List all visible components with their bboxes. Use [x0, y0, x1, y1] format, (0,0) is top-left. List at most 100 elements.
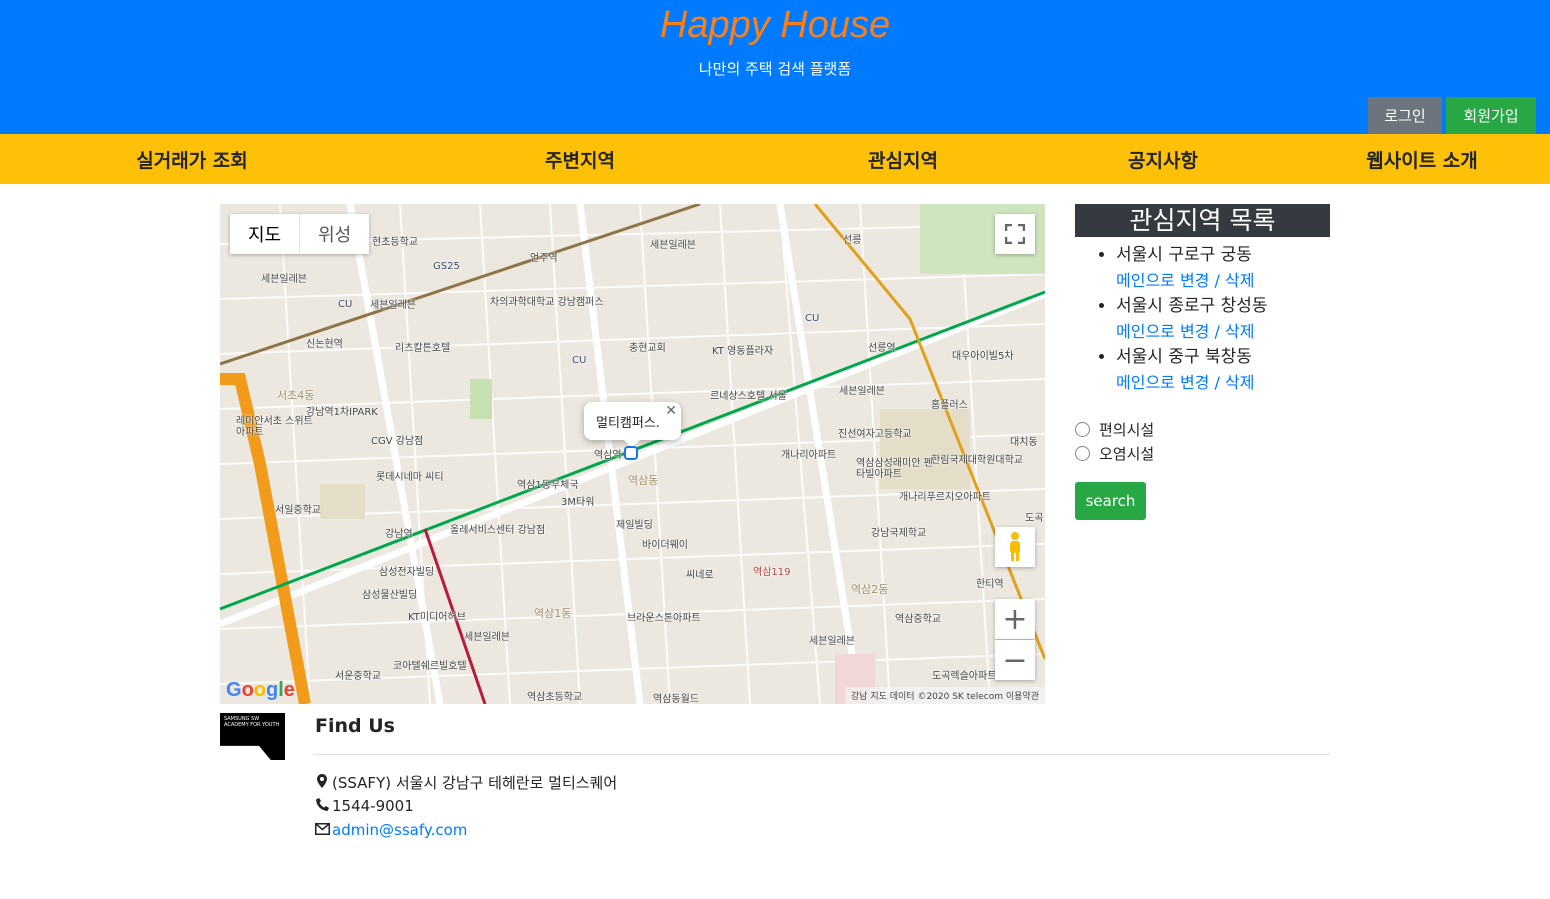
map-label: 역삼1동 [534, 607, 572, 620]
map-label: 바이더웨이 [642, 540, 688, 551]
map-label: 역삼1동우체국 [517, 480, 579, 491]
zoom-out-button[interactable]: − [995, 640, 1035, 680]
info-window-text: 멀티캠퍼스. [596, 415, 660, 431]
nav-item-about[interactable]: 웹사이트 소개 [1322, 134, 1522, 184]
pegman-icon [1010, 532, 1020, 561]
map-label: 역삼역 [594, 450, 622, 461]
map-type-satellite[interactable]: 위성 [299, 214, 369, 254]
subway-station-icon [624, 446, 638, 460]
header: Happy House 나만의 주택 검색 플랫폼 로그인 회원가입 [0, 0, 1550, 134]
map-label: 세븐일레븐 [464, 632, 510, 643]
phone-text: 1544-9001 [332, 797, 414, 815]
search-button[interactable]: search [1075, 482, 1146, 520]
find-us-title: Find Us [315, 715, 395, 737]
radio-label: 오염시설 [1099, 444, 1155, 463]
map-label: 개나리푸르지오아파트 [899, 492, 991, 503]
map-label: 충현교회 [629, 343, 666, 354]
map-label: KT 영동플라자 [712, 346, 774, 357]
map-info-window[interactable]: 멀티캠퍼스. ✕ [584, 402, 681, 448]
map-label: 세븐일레븐 [370, 300, 416, 311]
contact-email: admin@ssafy.com [315, 821, 467, 839]
map-label: 한림국제대학원대학교 [931, 455, 1023, 466]
map-label: 역삼동월드 [653, 694, 699, 704]
facility-filter: 편의시설 오염시설 [1075, 417, 1330, 465]
map-label: 브라운스톤아파트 [627, 613, 701, 624]
map-label: 강남역1차IPARK [306, 407, 378, 418]
map-label: 삼성물산빌딩 [362, 590, 418, 601]
map-label: 레미안서초 스위트아파트 [236, 416, 313, 438]
map-label: 한티역 [976, 579, 1004, 590]
map-label: 도곡 [1025, 513, 1044, 524]
map-label: CU [338, 299, 353, 310]
envelope-icon [315, 821, 330, 839]
fullscreen-icon [1005, 224, 1025, 244]
radio-button[interactable] [1075, 445, 1090, 461]
map-type-toggle: 지도 위성 [230, 214, 370, 254]
map-label: 강남역 [385, 529, 413, 540]
map-label: CGV 강남점 [371, 436, 424, 447]
email-link[interactable]: admin@ssafy.com [332, 821, 467, 839]
site-title[interactable]: Happy House [0, 4, 1550, 47]
map-label: 언주역 [530, 253, 558, 264]
radio-button[interactable] [1075, 421, 1090, 437]
map-label: 도곡렉슬아파트 [932, 671, 997, 682]
close-icon[interactable]: ✕ [665, 403, 677, 419]
map-label: 역삼삼성래미안 펜타빌아파트 [856, 458, 933, 480]
map-label: 대치동 [1010, 437, 1038, 448]
map-label: 신논현역 [306, 339, 343, 350]
region-list: 서울시 구로구 궁동 메인으로 변경 / 삭제 서울시 종로구 창성동 메인으로… [1075, 242, 1330, 395]
phone-icon [315, 797, 329, 815]
map-label: 세븐일레븐 [650, 240, 696, 251]
map-label: 올레서비스센터 강남점 [450, 525, 546, 536]
main-nav: 실거래가 조회 주변지역 관심지역 공지사항 웹사이트 소개 [0, 134, 1550, 184]
map-marker-icon [315, 773, 329, 792]
plus-icon: + [1002, 601, 1028, 637]
login-button[interactable]: 로그인 [1368, 97, 1442, 134]
map[interactable]: 언주역 세븐일레븐 GS25 현초등학교 세븐일레븐 차의과학대학교 강남캠퍼스… [220, 204, 1045, 704]
map-label: 르네상스호텔 서울 [710, 391, 787, 402]
region-actions-link[interactable]: 메인으로 변경 / 삭제 [1116, 319, 1330, 344]
fullscreen-button[interactable] [995, 214, 1035, 254]
map-label: 역삼2동 [851, 583, 889, 596]
nav-item-interest[interactable]: 관심지역 [803, 134, 1003, 184]
zoom-in-button[interactable]: + [995, 599, 1035, 639]
nav-item-notice[interactable]: 공지사항 [1063, 134, 1263, 184]
map-type-roadmap[interactable]: 지도 [230, 214, 299, 254]
map-label: 역삼119 [753, 567, 791, 578]
map-label: 세븐일레븐 [809, 636, 855, 647]
ssafy-logo: SAMSUNG SW ACADEMY FOR YOUTH [220, 713, 285, 760]
map-label: 리츠칼튼호텔 [395, 343, 451, 354]
region-actions-link[interactable]: 메인으로 변경 / 삭제 [1116, 370, 1330, 395]
google-logo: Google [226, 679, 295, 701]
nav-item-nearby[interactable]: 주변지역 [480, 134, 680, 184]
map-label: KT미디어허브 [408, 612, 466, 623]
divider [314, 754, 1330, 755]
map-attribution[interactable]: 강남 지도 데이터 ©2020 SK telecom 이용약관 [844, 687, 1045, 704]
minus-icon: − [1002, 642, 1028, 678]
map-label: 개나리아파트 [781, 450, 837, 461]
contact-phone: 1544-9001 [315, 797, 414, 815]
street-view-button[interactable] [995, 527, 1035, 567]
site-subtitle: 나만의 주택 검색 플랫폼 [698, 60, 852, 78]
map-label: 선릉 [843, 235, 862, 246]
map-label: 현초등학교 [372, 237, 418, 248]
region-name: 서울시 종로구 창성동 [1116, 296, 1268, 316]
map-label: 홈플러스 [931, 400, 968, 411]
region-actions-link[interactable]: 메인으로 변경 / 삭제 [1116, 268, 1330, 293]
signup-button[interactable]: 회원가입 [1446, 97, 1536, 134]
nav-item-transaction[interactable]: 실거래가 조회 [92, 134, 292, 184]
radio-pollution[interactable]: 오염시설 [1075, 441, 1330, 465]
map-label: GS25 [433, 261, 460, 272]
map-label: 차의과학대학교 강남캠퍼스 [490, 297, 604, 308]
sidebar-title: 관심지역 목록 [1075, 204, 1330, 237]
map-label: 세븐일레븐 [261, 274, 307, 285]
map-label: 역삼초등학교 [527, 692, 583, 703]
radio-convenience[interactable]: 편의시설 [1075, 417, 1330, 441]
map-label: CU [805, 313, 820, 324]
map-label: 선릉역 [868, 343, 896, 354]
address-text: (SSAFY) 서울시 강남구 테헤란로 멀티스퀘어 [332, 774, 618, 792]
map-label: 역삼중학교 [895, 614, 941, 625]
map-label: 코아텔쉐르빌호텔 [393, 661, 467, 672]
list-item: 서울시 종로구 창성동 메인으로 변경 / 삭제 [1116, 293, 1330, 344]
list-item: 서울시 구로구 궁동 메인으로 변경 / 삭제 [1116, 242, 1330, 293]
